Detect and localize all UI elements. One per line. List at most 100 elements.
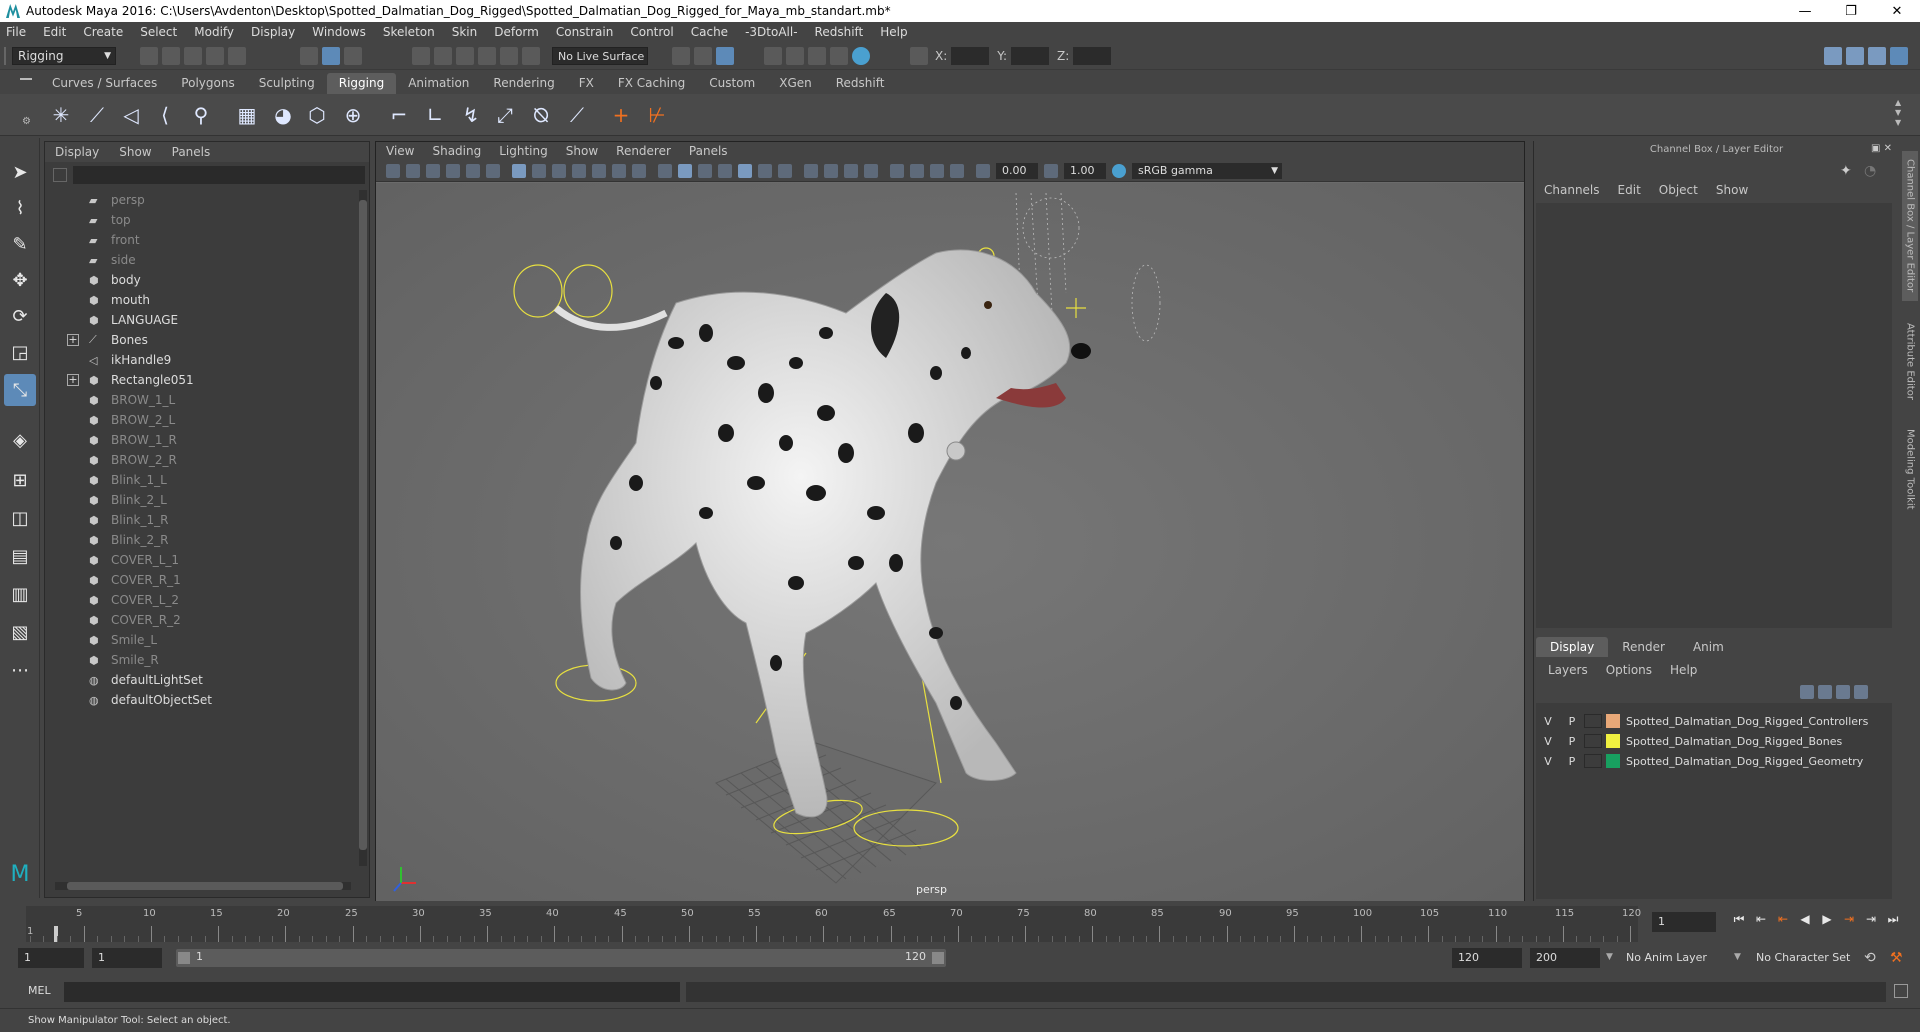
viewport-menu-lighting[interactable]: Lighting (499, 144, 548, 158)
menu-create[interactable]: Create (83, 25, 123, 39)
playback-start-input[interactable]: 1 (92, 948, 162, 968)
outliner-item[interactable]: ⬢ Blink_2_L (45, 490, 355, 510)
snap-grid-icon[interactable] (412, 47, 430, 65)
select-hierarchy-icon[interactable] (300, 47, 318, 65)
menu-edit[interactable]: Edit (43, 25, 66, 39)
outliner-item[interactable]: ▰ front (45, 230, 355, 250)
menu-skeleton[interactable]: Skeleton (383, 25, 435, 39)
channel-box-menu-object[interactable]: Object (1659, 183, 1698, 197)
status-line-handle[interactable] (4, 47, 6, 65)
expand-icon[interactable]: + (67, 374, 79, 386)
outliner-item[interactable]: ◁ ikHandle9 (45, 350, 355, 370)
lattice-icon[interactable]: ⬡ (302, 100, 332, 130)
manipulator-icon[interactable]: ✦ (1840, 163, 1852, 179)
transform-mode-icon[interactable] (910, 47, 928, 65)
output-ops-icon[interactable] (694, 47, 712, 65)
auto-key-icon[interactable]: ⟲ (1864, 950, 1876, 966)
smooth-shade-icon[interactable] (678, 163, 692, 178)
layer-menu-options[interactable]: Options (1606, 663, 1652, 677)
motion-blur-icon[interactable] (824, 163, 838, 178)
snap-view-plane-icon[interactable] (478, 47, 496, 65)
chevron-down-icon[interactable]: ▼ (1734, 952, 1741, 962)
menu-modify[interactable]: Modify (194, 25, 234, 39)
go-to-start-icon[interactable]: ⏮ (1728, 912, 1750, 927)
outliner-item[interactable]: ⬢ Blink_2_R (45, 530, 355, 550)
safe-action-icon[interactable] (612, 163, 626, 178)
gate-mask-icon[interactable] (572, 163, 586, 178)
outliner-item[interactable]: ▰ side (45, 250, 355, 270)
menu-deform[interactable]: Deform (494, 25, 539, 39)
grid-toggle-icon[interactable] (512, 163, 526, 178)
use-all-lights-icon[interactable] (758, 163, 772, 178)
outliner-item[interactable]: ⬢ body (45, 270, 355, 290)
outliner-item[interactable]: ⬢ Blink_1_R (45, 510, 355, 530)
outliner-item[interactable]: ⬢ BROW_1_L (45, 390, 355, 410)
outliner-item[interactable]: ⬢ BROW_2_L (45, 410, 355, 430)
playback-end-input[interactable]: 120 (1452, 948, 1522, 968)
outliner-hscrollbar[interactable] (55, 882, 351, 890)
cluster-icon[interactable]: ⊕ (338, 100, 368, 130)
graph-layout-icon[interactable]: ▤ (4, 540, 36, 572)
layer-color-swatch[interactable] (1606, 734, 1620, 748)
shelf-tab-redshift[interactable]: Redshift (824, 73, 897, 94)
layer-visibility-toggle[interactable]: V (1536, 755, 1560, 768)
minimize-button[interactable]: — (1782, 0, 1828, 22)
wireframe-icon[interactable] (658, 163, 672, 178)
y-input[interactable] (1011, 47, 1050, 65)
point-constraint-icon[interactable]: ↯ (456, 100, 486, 130)
shelf-scroll-icon[interactable]: ▲ ▼ ▼ (1895, 98, 1901, 128)
outliner-search-input[interactable] (73, 166, 365, 184)
layer-tab-display[interactable]: Display (1536, 637, 1609, 657)
shelf-tab-fx[interactable]: FX (567, 73, 606, 94)
anim-layer-dropdown[interactable]: No Anim Layer (1620, 948, 1728, 968)
range-slider-bar[interactable]: 1 120 (176, 949, 946, 967)
pole-vector-icon[interactable]: ⟋ (562, 100, 592, 130)
play-forward-icon[interactable]: ▶ (1816, 912, 1838, 927)
step-forward-frame-icon[interactable]: ⇥ (1838, 912, 1860, 927)
layer-tab-anim[interactable]: Anim (1679, 637, 1738, 657)
viewport-menu-view[interactable]: View (386, 144, 414, 158)
new-layer-icon[interactable] (1836, 685, 1850, 699)
snap-surface-icon[interactable] (500, 47, 518, 65)
outliner-item[interactable]: ⬢ BROW_1_R (45, 430, 355, 450)
save-scene-icon[interactable] (184, 47, 202, 65)
open-scene-icon[interactable] (162, 47, 180, 65)
shelf-tab-custom[interactable]: Custom (697, 73, 767, 94)
maximize-button[interactable]: ❐ (1828, 0, 1874, 22)
undo-icon[interactable] (206, 47, 224, 65)
outliner-item[interactable]: + ⟋ Bones (45, 330, 355, 350)
gamma-input[interactable]: 1.00 (1064, 162, 1106, 179)
xray-components-icon[interactable] (950, 163, 964, 178)
command-language-label[interactable]: MEL (28, 984, 51, 997)
new-layer-from-selected-icon[interactable] (1854, 685, 1868, 699)
move-layer-up-icon[interactable] (1800, 685, 1814, 699)
chevron-down-icon[interactable]: ▼ (1606, 952, 1613, 962)
outliner-item[interactable]: ⬢ Smile_L (45, 630, 355, 650)
aim-constraint-icon[interactable]: ⤢ (490, 100, 520, 130)
color-space-dropdown[interactable]: sRGB gamma ▼ (1132, 162, 1282, 179)
manipulator-tool-icon[interactable]: ⤡ (4, 374, 36, 406)
outliner-item[interactable]: ⬢ mouth (45, 290, 355, 310)
mirror-joint-icon[interactable]: ◁ (116, 100, 146, 130)
xray-joints-icon[interactable] (930, 163, 944, 178)
new-scene-icon[interactable] (140, 47, 158, 65)
speed-icon[interactable]: ◔ (1864, 163, 1876, 179)
use-default-material-icon[interactable] (698, 163, 712, 178)
redo-icon[interactable] (228, 47, 246, 65)
outliner-item[interactable]: ⬢ Smile_R (45, 650, 355, 670)
two-pane-layout-icon[interactable]: ◫ (4, 502, 36, 534)
channel-box-area[interactable] (1536, 203, 1892, 628)
outliner-item[interactable]: ◍ defaultLightSet (45, 670, 355, 690)
layer-playback-toggle[interactable]: P (1560, 755, 1584, 768)
outliner-item[interactable]: ⬢ Blink_1_L (45, 470, 355, 490)
shelf-tab-rendering[interactable]: Rendering (481, 73, 566, 94)
render-layout-icon[interactable]: ▧ (4, 616, 36, 648)
time-slider-bar[interactable]: 1 5 10 15 20 25 30 35 40 45 50 55 60 65 70 75 80 85 90 95 1… (26, 906, 1641, 942)
create-joints-icon[interactable]: ✳ (46, 100, 76, 130)
field-chart-icon[interactable] (592, 163, 606, 178)
isolate-select-icon[interactable] (890, 163, 904, 178)
lasso-tool-icon[interactable]: ⌇ (4, 192, 36, 224)
select-camera-icon[interactable] (386, 163, 400, 178)
shelf-tab-sculpting[interactable]: Sculpting (247, 73, 327, 94)
resolution-gate-icon[interactable] (552, 163, 566, 178)
